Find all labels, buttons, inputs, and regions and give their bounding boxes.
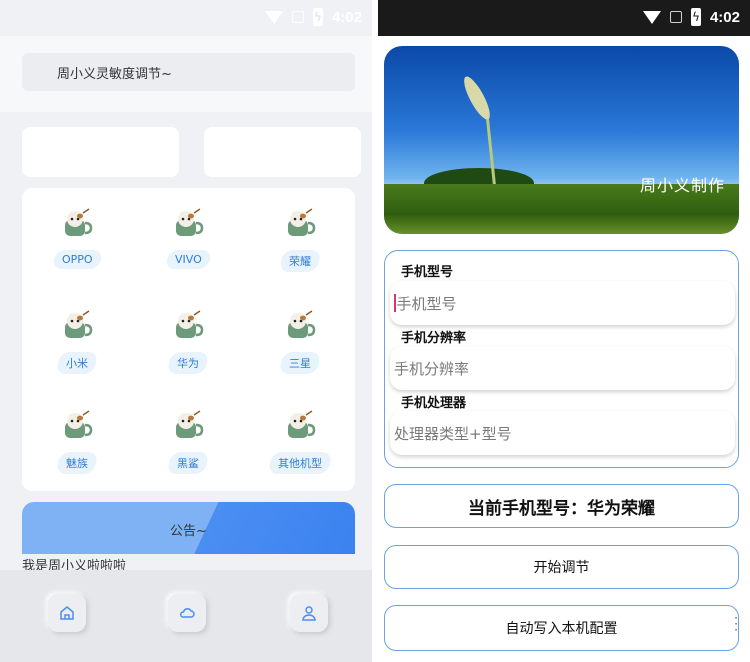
brand-item-honor[interactable]: 荣耀 <box>260 208 340 272</box>
brand-item-samsung[interactable]: 三星 <box>260 310 340 374</box>
cup-icon <box>172 208 204 240</box>
brand-label: 其他机型 <box>278 457 322 470</box>
brand-item-xiaomi[interactable]: 小米 <box>37 310 117 374</box>
cup-icon <box>61 410 93 442</box>
brand-item-huawei[interactable]: 华为 <box>148 310 228 374</box>
hero-image: 周小义制作 <box>384 46 739 234</box>
bottom-nav <box>0 570 372 662</box>
processor-placeholder: 处理器类型+型号 <box>394 424 512 443</box>
phone-info-form: 手机型号 手机型号 手机分辨率 手机分辨率 手机处理器 处理器类型+型号 <box>384 250 739 468</box>
nav-home-button[interactable] <box>48 594 86 632</box>
user-icon <box>302 606 316 621</box>
cup-icon <box>172 410 204 442</box>
start-adjust-button[interactable]: 开始调节 <box>384 545 739 589</box>
battery-icon <box>312 8 323 26</box>
search-bar-label: 周小义灵敏度调节~ <box>57 67 172 82</box>
brand-label: VIVO <box>174 253 202 266</box>
cup-icon <box>61 208 93 240</box>
auto-write-config-button[interactable]: 自动写入本机配置 <box>384 605 739 651</box>
right-screen: 4:02 周小义制作 手机型号 手机型号 手机分辨率 手机分辨率 手机处理器 处… <box>378 0 750 662</box>
status-time: 4:02 <box>709 8 740 26</box>
signal-icon <box>291 11 304 23</box>
resolution-placeholder: 手机分辨率 <box>394 359 470 378</box>
cup-icon <box>61 310 93 342</box>
current-model-display: 当前手机型号：华为荣耀 <box>384 484 739 528</box>
cup-icon <box>172 310 204 342</box>
brand-label: 华为 <box>177 357 199 370</box>
brand-label: 黑鲨 <box>177 457 199 470</box>
hero-watermark: 周小义制作 <box>639 176 725 195</box>
brand-label: 荣耀 <box>289 255 311 268</box>
cloud-icon <box>180 608 195 618</box>
info-card-left[interactable] <box>22 127 179 177</box>
status-icons: 4:02 <box>642 8 740 26</box>
search-bar[interactable]: 周小义灵敏度调节~ <box>22 53 355 91</box>
cup-icon <box>284 310 316 342</box>
brand-grid: OPPO VIVO 荣耀 小米 华为 三星 魅族 黑鲨 其他机型 <box>22 188 355 491</box>
brand-label: 三星 <box>289 357 311 370</box>
status-time: 4:02 <box>331 8 362 26</box>
status-bar: 4:02 <box>378 0 750 36</box>
brand-item-vivo[interactable]: VIVO <box>148 208 228 269</box>
processor-input[interactable]: 处理器类型+型号 <box>390 411 735 455</box>
resolution-label: 手机分辨率 <box>401 331 467 346</box>
status-icons: 4:02 <box>264 8 362 26</box>
home-icon <box>60 606 74 620</box>
status-bar: 4:02 <box>0 0 372 36</box>
brand-label: OPPO <box>61 253 93 266</box>
brand-item-meizu[interactable]: 魅族 <box>37 410 117 474</box>
cup-icon <box>284 410 316 442</box>
left-screen: 4:02 周小义灵敏度调节~ OPPO VIVO 荣耀 小米 华为 <box>0 0 372 662</box>
brand-label: 小米 <box>66 357 88 370</box>
brand-item-other[interactable]: 其他机型 <box>260 410 340 474</box>
brand-item-oppo[interactable]: OPPO <box>37 208 117 269</box>
brand-label: 魅族 <box>66 457 88 470</box>
nav-user-button[interactable] <box>290 594 328 632</box>
wifi-icon <box>264 10 283 24</box>
wifi-icon <box>642 10 661 24</box>
model-input[interactable]: 手机型号 <box>390 281 735 325</box>
more-icon[interactable]: · · · <box>734 612 738 636</box>
info-card-right[interactable] <box>204 127 361 177</box>
model-label: 手机型号 <box>401 265 454 280</box>
cup-icon <box>284 208 316 240</box>
battery-icon <box>690 8 701 26</box>
brand-item-blackshark[interactable]: 黑鲨 <box>148 410 228 474</box>
notice-title: 公告~ <box>170 524 207 539</box>
nav-cloud-button[interactable] <box>168 594 206 632</box>
resolution-input[interactable]: 手机分辨率 <box>390 346 735 390</box>
text-caret <box>394 294 396 312</box>
processor-label: 手机处理器 <box>401 396 467 411</box>
notice-banner[interactable]: 公告~ <box>22 502 355 554</box>
model-placeholder: 手机型号 <box>396 294 457 313</box>
signal-icon <box>669 11 682 23</box>
